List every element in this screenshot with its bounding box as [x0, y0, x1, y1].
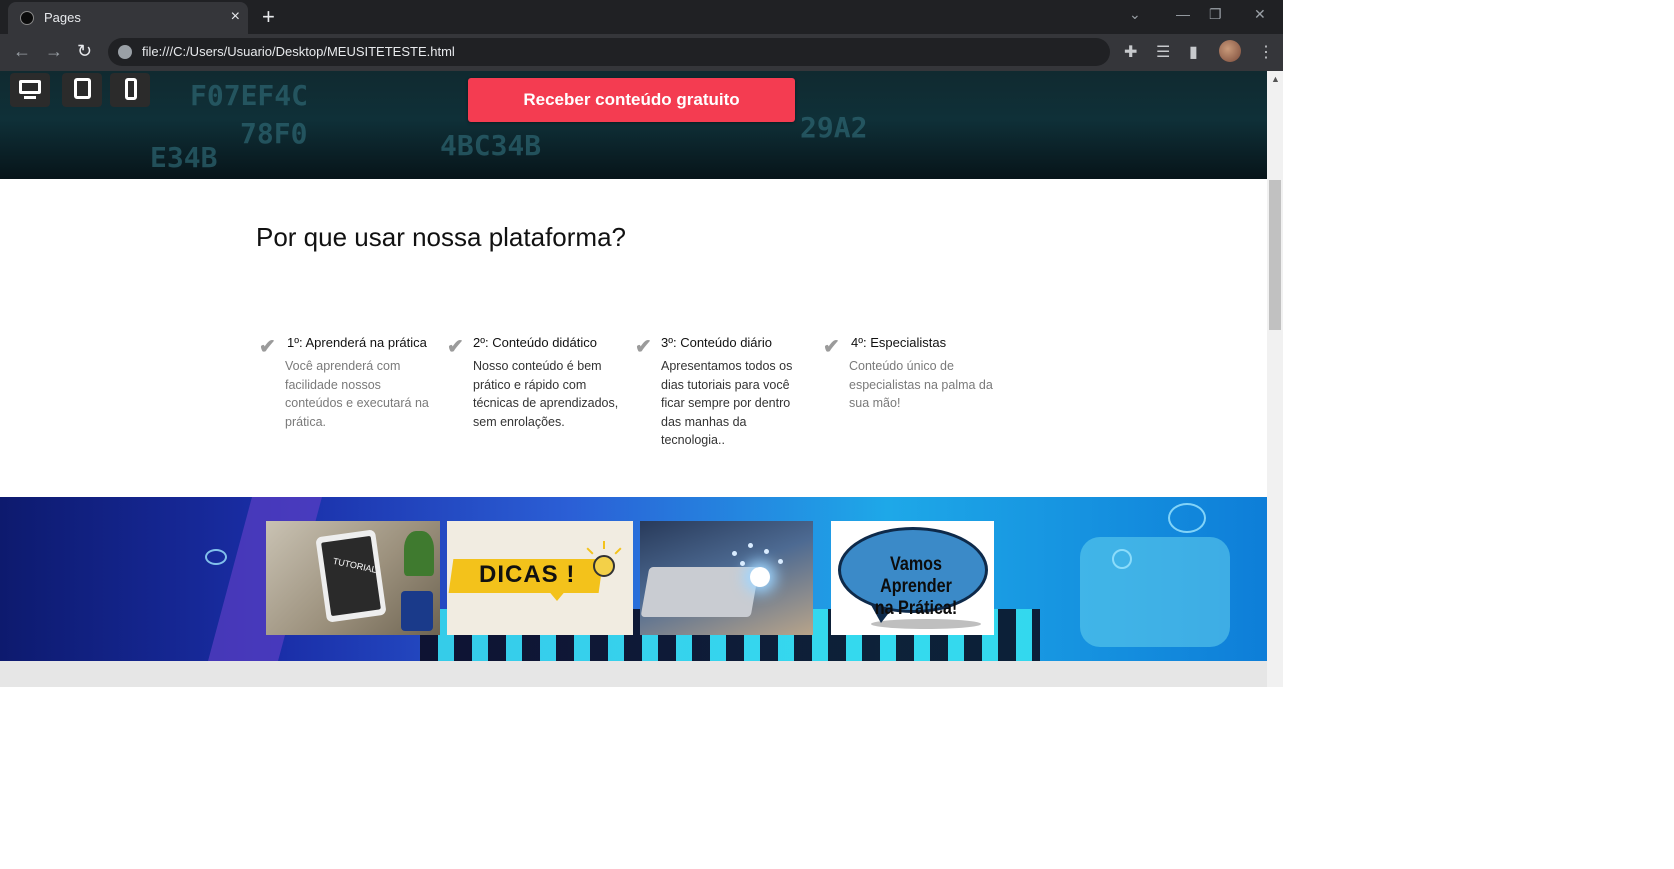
network-dot [732, 551, 737, 556]
hero-background-code: 78F0 [240, 117, 308, 150]
kebab-menu-icon[interactable]: ⋮ [1258, 42, 1274, 62]
gallery-image-vamos-aprender[interactable]: Vamos Aprender na Prática! [831, 521, 994, 635]
page-scrollbar[interactable]: ▲ [1267, 71, 1283, 687]
banner-decoration [1080, 537, 1230, 647]
banner-ring [1168, 503, 1206, 533]
checkmark-icon: ✔ [447, 336, 464, 358]
lightbulb-ray [586, 547, 594, 555]
tutorial-label: TUTORIAL [332, 555, 378, 575]
hero-background-code: E34B [150, 141, 218, 174]
feature-text: Apresentamos todos os dias tutoriais par… [661, 359, 793, 447]
plant-graphic [404, 531, 434, 576]
banner-ring [1112, 549, 1132, 569]
hero-background-code: F07EF4C [190, 79, 309, 112]
network-dot [764, 549, 769, 554]
close-window-icon[interactable]: ✕ [1254, 6, 1266, 23]
side-panel-icon[interactable]: ▮ [1189, 42, 1198, 62]
checkmark-icon: ✔ [259, 336, 276, 358]
new-tab-button[interactable]: + [262, 4, 275, 30]
gallery-image-technology[interactable] [640, 521, 813, 635]
tab-strip: Pages × + ⌄ — ❐ ✕ [0, 0, 1283, 34]
tab-title: Pages [44, 10, 81, 25]
feature-text: Você aprenderá com facilidade nossos con… [285, 359, 429, 429]
footer-strip [0, 661, 1267, 687]
network-dot [778, 559, 783, 564]
close-tab-button[interactable]: × [231, 8, 240, 26]
laptop-graphic [640, 567, 760, 617]
restore-icon[interactable]: ❐ [1209, 6, 1222, 23]
desktop-icon [19, 80, 41, 94]
site-info-icon[interactable] [118, 45, 132, 59]
section-title: Por que usar nossa plataforma? [256, 222, 626, 252]
tab-search-icon[interactable]: ⌄ [1129, 6, 1141, 23]
feature-text: Nosso conteúdo é bem prático e rápido co… [473, 359, 619, 429]
mobile-preview-button[interactable] [110, 73, 150, 107]
dicas-label: DICAS ! [479, 561, 576, 588]
speech-bubble-text: Vamos Aprender na Prática! [852, 554, 980, 620]
feature-title: 2º: Conteúdo didático [473, 335, 598, 350]
dicas-banner-tail [547, 589, 567, 601]
network-dot [748, 543, 753, 548]
browser-toolbar: ← → ↻ file:///C:/Users/Usuario/Desktop/M… [0, 34, 1283, 71]
mobile-icon [125, 78, 137, 100]
speech-bubble: Vamos Aprender na Prática! [838, 527, 988, 619]
minimize-icon[interactable]: — [1176, 6, 1190, 22]
back-icon[interactable]: ← [13, 40, 31, 62]
feature-title: 3º: Conteúdo diário [661, 335, 772, 350]
lightbulb-ray [603, 541, 605, 549]
device-preview-toolbar [6, 73, 151, 107]
hero-section: F07EF4C 78F0 4BC34B 29A2 E34B Receber co… [0, 71, 1267, 179]
url-text[interactable]: file:///C:/Users/Usuario/Desktop/MEUSITE… [142, 44, 455, 59]
lightbulb-icon [593, 555, 615, 577]
desktop-stand-icon [24, 96, 36, 99]
profile-avatar[interactable] [1219, 40, 1241, 62]
scrollbar-thumb[interactable] [1269, 180, 1281, 330]
network-dot [740, 561, 745, 566]
scroll-up-icon[interactable]: ▲ [1271, 74, 1280, 84]
browser-tab[interactable]: Pages × [8, 2, 248, 34]
checkmark-icon: ✔ [823, 336, 840, 358]
cup-graphic [401, 591, 433, 631]
tablet-preview-button[interactable] [62, 73, 102, 107]
feature-title: 4º: Especialistas [851, 335, 947, 350]
checkmark-icon: ✔ [635, 336, 652, 358]
reload-icon[interactable]: ↻ [77, 40, 92, 62]
hero-background-code: 4BC34B [440, 129, 542, 162]
gallery-image-dicas[interactable]: DICAS ! [447, 521, 633, 635]
favicon-icon [20, 11, 34, 25]
feature-text: Conteúdo único de especialistas na palma… [849, 359, 993, 410]
speech-bubble-line2: na Prática! [874, 598, 958, 619]
cta-button[interactable]: Receber conteúdo gratuito [468, 78, 795, 122]
hero-background-code: 29A2 [800, 111, 868, 144]
feature-title: 1º: Aprenderá na prática [287, 335, 427, 350]
lightbulb-ray [614, 547, 622, 555]
tablet-icon [74, 78, 91, 99]
tablet-graphic: TUTORIAL [315, 529, 387, 623]
puzzle-icon[interactable]: ✚ [1124, 42, 1137, 62]
speech-bubble-line1: Vamos Aprender [880, 554, 952, 597]
glow-graphic [750, 567, 770, 587]
desktop-preview-button[interactable] [10, 73, 50, 107]
reading-list-icon[interactable]: ☰ [1156, 42, 1170, 62]
gallery-banner: TUTORIAL DICAS ! Vamos Aprender na Práti… [0, 497, 1267, 661]
banner-ring [205, 549, 227, 565]
tablet-screen: TUTORIAL [321, 535, 381, 617]
forward-icon[interactable]: → [45, 40, 63, 62]
page-viewport: F07EF4C 78F0 4BC34B 29A2 E34B Receber co… [0, 71, 1267, 687]
browser-window: Pages × + ⌄ — ❐ ✕ ← → ↻ file:///C:/Users… [0, 0, 1283, 687]
address-bar[interactable]: file:///C:/Users/Usuario/Desktop/MEUSITE… [108, 38, 1110, 66]
gallery-image-tutorial[interactable]: TUTORIAL [266, 521, 440, 635]
